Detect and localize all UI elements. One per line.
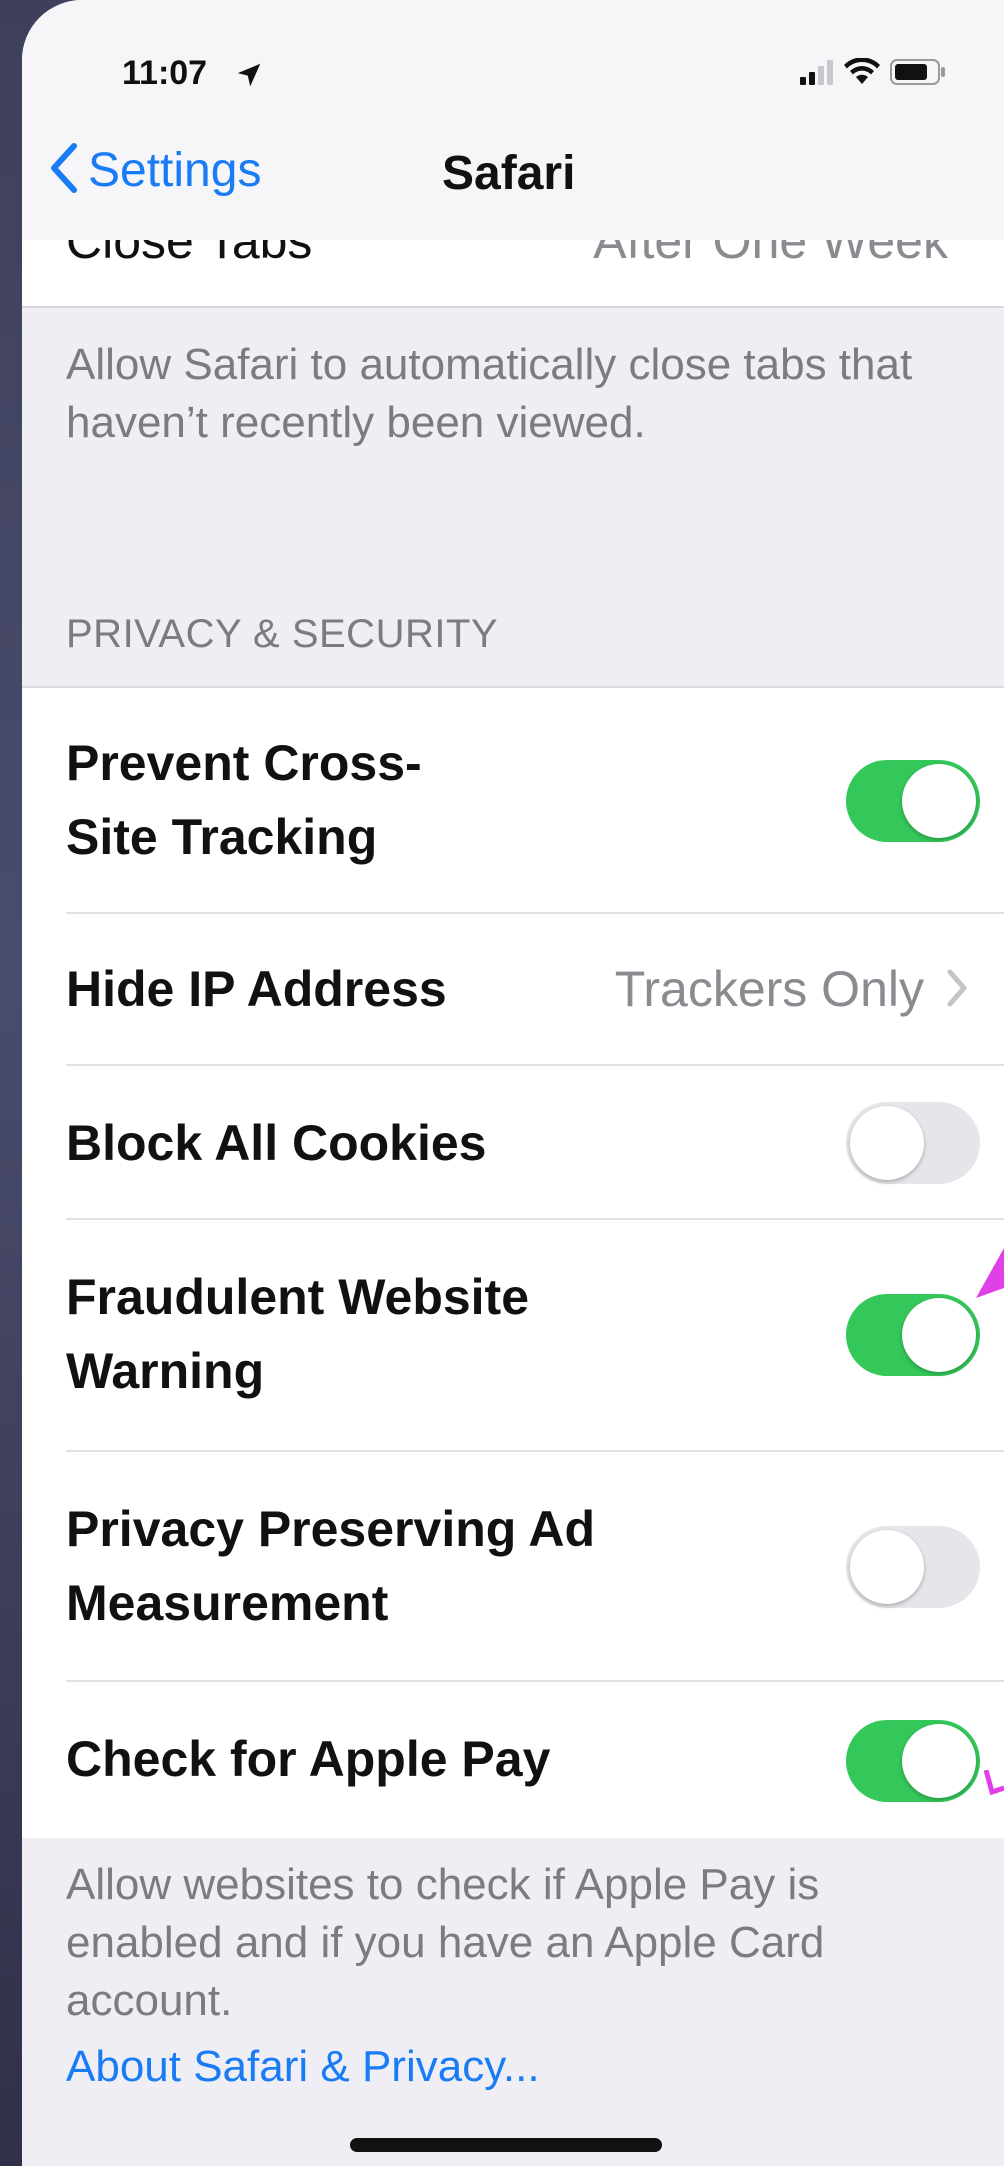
fraudulent-website-warning-toggle[interactable] (846, 1294, 980, 1376)
battery-icon (890, 58, 946, 91)
check-for-apple-pay-label: Check for Apple Pay (66, 1731, 551, 1787)
privacy-preserving-ad-measurement-row: Privacy Preserving Ad Measurement (22, 1452, 1004, 1682)
apple-pay-footer: Allow websites to check if Apple Pay is … (66, 1860, 825, 2025)
chevron-right-icon (946, 968, 968, 1013)
navigation-bar: 11:07 Settings Safari (22, 0, 1004, 240)
status-icons (800, 57, 946, 91)
prevent-cross-site-tracking-label: Prevent Cross-Site Tracking (66, 735, 422, 865)
check-for-apple-pay-row: Check for Apple Pay (22, 1682, 1004, 1838)
cellular-signal-icon (800, 59, 834, 90)
privacy-preserving-ad-measurement-label: Privacy Preserving Ad Measurement (66, 1501, 595, 1631)
back-button[interactable]: Settings (48, 142, 261, 199)
prevent-cross-site-tracking-row: Prevent Cross-Site Tracking (22, 688, 1004, 914)
hide-ip-address-row[interactable]: Hide IP Address Trackers Only (22, 914, 1004, 1066)
toggle-knob (850, 1530, 924, 1604)
chevron-left-icon (48, 142, 80, 199)
phone-screen: Close Tabs After One Week 11:07 Settings… (22, 0, 1004, 2166)
status-time: 11:07 (122, 54, 208, 92)
annotation-arrow-icon (976, 1248, 1004, 1313)
toggle-knob (850, 1106, 924, 1180)
close-tabs-footer: Allow Safari to automatically close tabs… (66, 340, 913, 447)
back-button-label: Settings (88, 144, 262, 197)
page-title: Safari (442, 147, 576, 200)
about-safari-privacy-link[interactable]: About Safari & Privacy... (66, 2042, 540, 2092)
toggle-knob (902, 1298, 976, 1372)
annotation-arrow-icon (983, 1769, 1004, 1801)
home-indicator[interactable] (350, 2138, 662, 2152)
fraudulent-website-warning-label: Fraudulent Website Warning (66, 1269, 530, 1399)
block-all-cookies-row: Block All Cookies (22, 1066, 1004, 1220)
hide-ip-address-value: Trackers Only (614, 961, 924, 1017)
block-all-cookies-toggle[interactable] (846, 1102, 980, 1184)
wifi-icon (844, 57, 880, 91)
privacy-settings-group: Prevent Cross-Site Tracking Hide IP Addr… (22, 686, 1004, 1838)
prevent-cross-site-tracking-toggle[interactable] (846, 760, 980, 842)
section-header-privacy: PRIVACY & SECURITY (66, 612, 499, 656)
block-all-cookies-label: Block All Cookies (66, 1115, 487, 1171)
check-for-apple-pay-toggle[interactable] (846, 1720, 980, 1802)
toggle-knob (902, 764, 976, 838)
privacy-preserving-ad-measurement-toggle[interactable] (846, 1526, 980, 1608)
fraudulent-website-warning-row: Fraudulent Website Warning (22, 1220, 1004, 1452)
location-arrow-icon (234, 60, 264, 95)
toggle-knob (902, 1724, 976, 1798)
